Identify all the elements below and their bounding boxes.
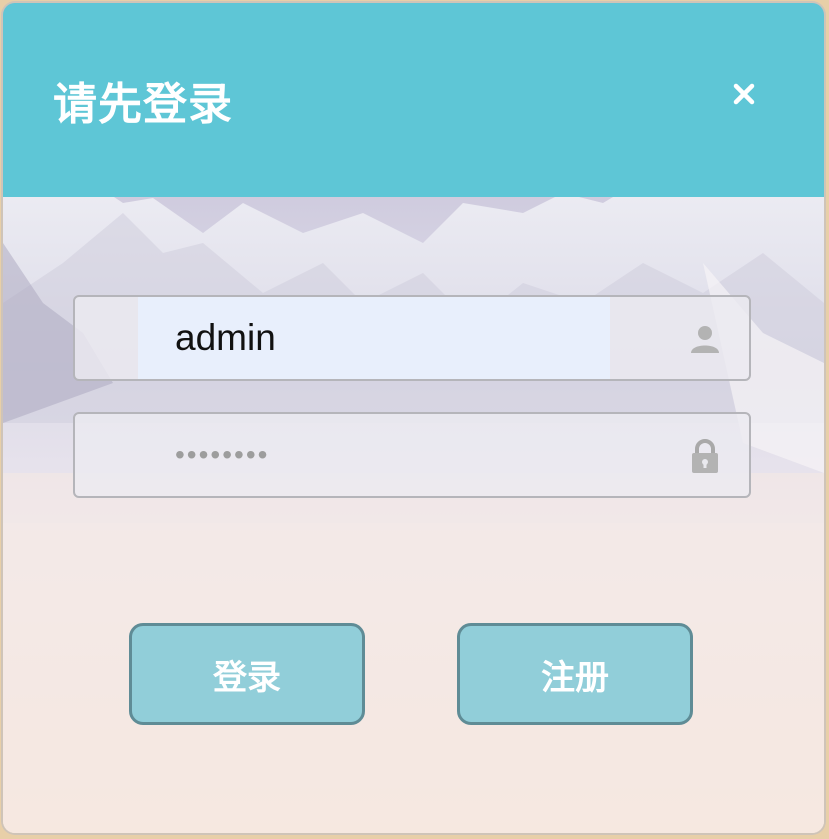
- password-field: [73, 412, 751, 498]
- close-button[interactable]: [727, 77, 761, 111]
- register-button[interactable]: 注册: [457, 623, 693, 725]
- dialog-header: 请先登录: [3, 3, 824, 197]
- login-button[interactable]: 登录: [129, 623, 365, 725]
- register-button-label: 注册: [541, 657, 609, 698]
- login-dialog: 请先登录 登录 注册: [3, 3, 824, 833]
- username-field: [73, 295, 751, 381]
- dialog-title: 请先登录: [53, 79, 233, 130]
- close-icon: [733, 83, 755, 105]
- lock-icon: [692, 439, 718, 473]
- password-input[interactable]: [175, 414, 605, 496]
- login-button-label: 登录: [213, 657, 281, 698]
- user-icon: [691, 326, 719, 353]
- username-input[interactable]: [175, 297, 605, 379]
